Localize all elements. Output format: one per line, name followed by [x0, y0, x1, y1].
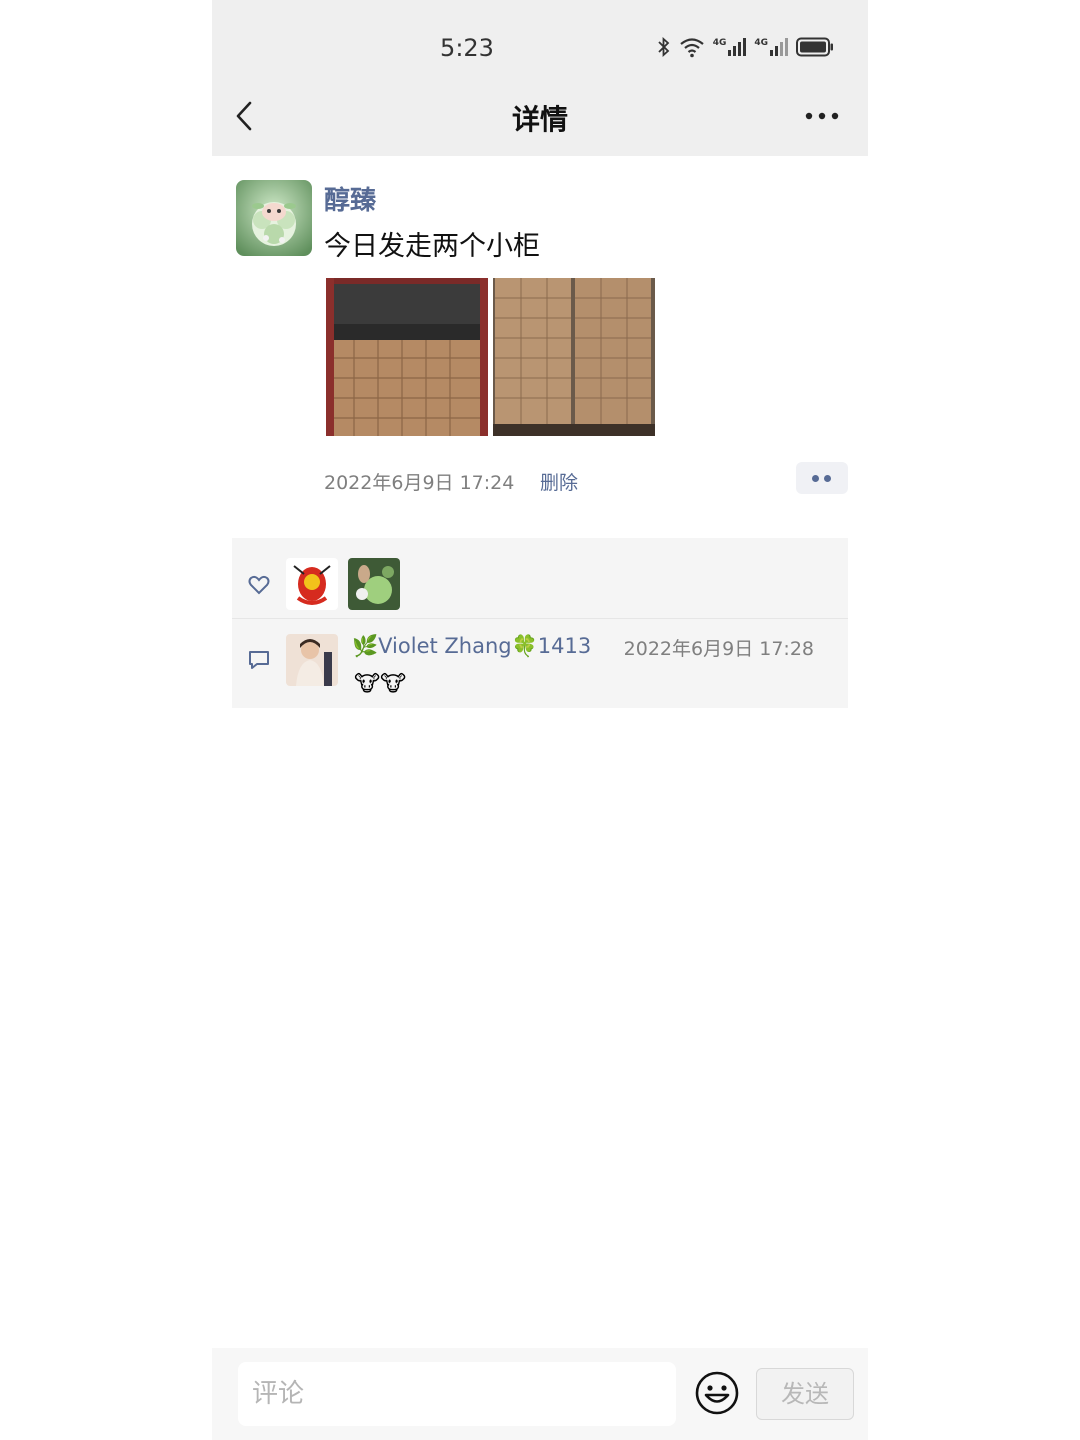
wifi-icon	[679, 38, 704, 58]
signal-label: 4G	[754, 38, 768, 48]
post-photo-pallets[interactable]	[493, 278, 655, 436]
panel-divider	[232, 618, 848, 619]
post-timestamp: 2022年6月9日 17:24	[324, 472, 515, 494]
status-icons: 4G 4G	[657, 36, 834, 58]
signal-4g-icon: 4G	[713, 38, 747, 56]
moments-detail-screen: 5:23 4G 4G 详情 醇臻 今日发走两个小柜 2022年6月9日 17:2…	[212, 0, 868, 1440]
author-avatar[interactable]	[236, 180, 312, 256]
smiley-icon[interactable]	[694, 1370, 740, 1416]
more-dots-icon[interactable]	[804, 104, 840, 128]
battery-icon	[796, 37, 833, 57]
comment-icon	[249, 651, 269, 669]
post-photo-container[interactable]	[326, 278, 488, 436]
interactions-panel: 🌿Violet Zhang🍀1413 2022年6月9日 17:28 🐮🐮	[232, 538, 848, 708]
liker-avatar-2[interactable]	[348, 558, 400, 610]
likes-row	[232, 538, 848, 618]
comment-timestamp: 2022年6月9日 17:28	[623, 638, 814, 660]
bluetooth-icon	[658, 36, 669, 58]
status-time: 5:23	[440, 34, 494, 62]
signal-label: 4G	[712, 38, 727, 48]
post-actions-button[interactable]	[796, 462, 848, 494]
commenter-avatar[interactable]	[286, 634, 338, 686]
heart-icon	[248, 575, 270, 595]
post-text: 今日发走两个小柜	[324, 231, 540, 262]
comment-input[interactable]	[238, 1362, 676, 1426]
comment-text[interactable]: 🐮🐮	[354, 672, 406, 697]
status-bar: 5:23 4G 4G	[212, 0, 868, 90]
liker-avatar-1[interactable]	[286, 558, 338, 610]
nav-bar: 详情	[212, 78, 868, 156]
commenter-name[interactable]: 🌿Violet Zhang🍀1413	[352, 634, 591, 659]
author-name[interactable]: 醇臻	[324, 180, 376, 217]
signal-4g-icon: 4G	[754, 38, 788, 56]
page-title: 详情	[511, 103, 568, 136]
send-button[interactable]: 发送	[756, 1368, 854, 1420]
delete-link[interactable]: 删除	[540, 468, 578, 495]
comment-composer: 发送	[212, 1348, 868, 1440]
